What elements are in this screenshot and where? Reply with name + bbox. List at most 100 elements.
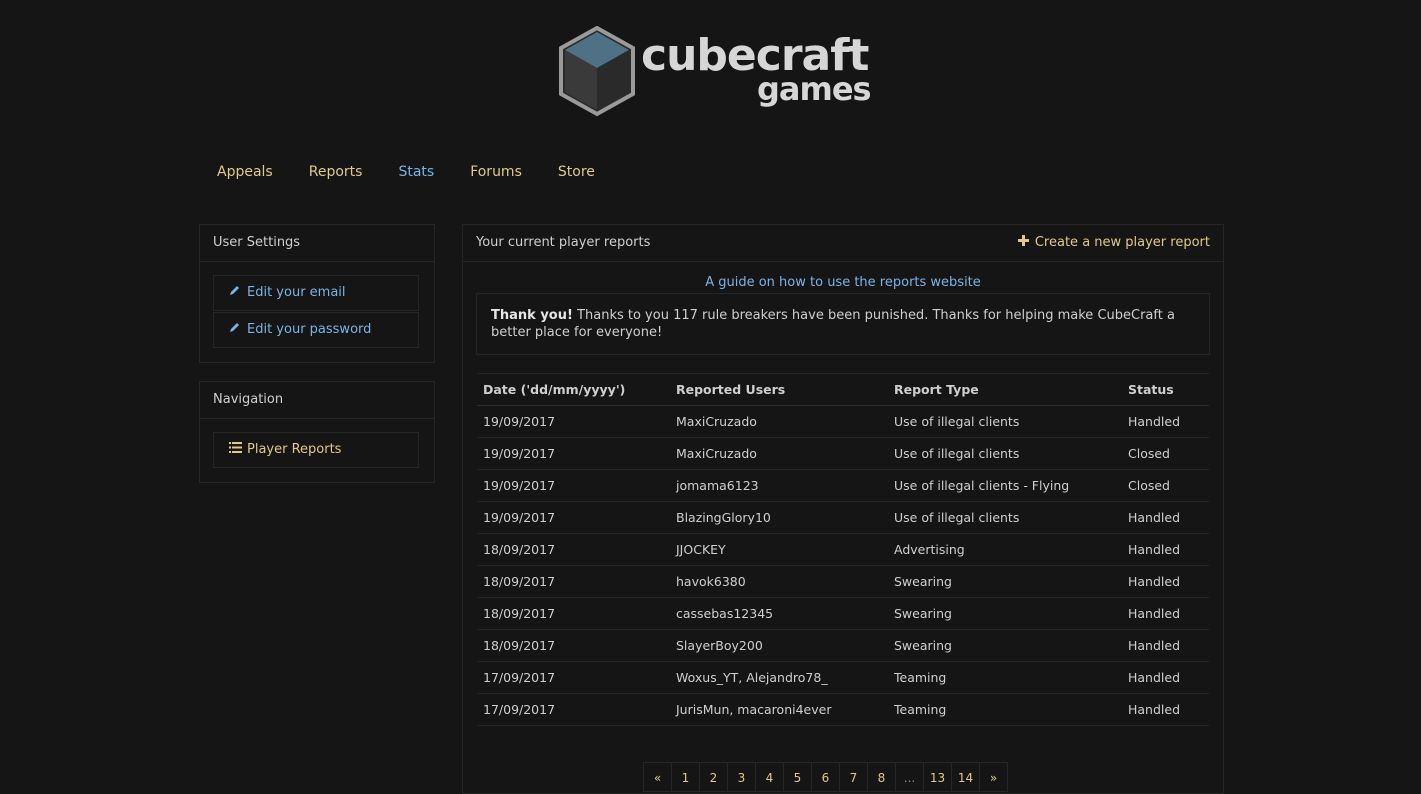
nav-appeals[interactable]: Appeals: [217, 164, 273, 180]
cell-users: SlayerBoy200: [670, 629, 888, 662]
plus-icon: [1017, 225, 1029, 261]
cell-status: Handled: [1122, 501, 1209, 534]
cube-logo-icon: [559, 26, 635, 117]
header-date[interactable]: Date ('dd/mm/yyyy'): [477, 373, 670, 406]
page-4[interactable]: 4: [755, 762, 784, 792]
list-icon: [229, 433, 243, 467]
edit-password-label: Edit your password: [247, 322, 372, 337]
table-row[interactable]: 17/09/2017 Woxus_YT, Alejandro78_ Teamin…: [477, 661, 1209, 694]
create-report-link[interactable]: Create a new player report: [1017, 225, 1210, 261]
logo-text-games: games: [757, 70, 872, 108]
cell-date: 18/09/2017: [477, 533, 670, 566]
cell-type: Swearing: [888, 629, 1122, 662]
cell-status: Handled: [1122, 693, 1209, 726]
page-6[interactable]: 6: [811, 762, 840, 792]
guide-link[interactable]: A guide on how to use the reports websit…: [463, 275, 1223, 290]
cell-users: MaxiCruzado: [670, 405, 888, 438]
page-prev[interactable]: «: [643, 762, 672, 792]
cell-type: Use of illegal clients - Flying: [888, 469, 1122, 502]
user-settings-title: User Settings: [200, 225, 434, 262]
cell-users: JJOCKEY: [670, 533, 888, 566]
reports-table: Date ('dd/mm/yyyy') Reported Users Repor…: [477, 373, 1209, 726]
cell-date: 19/09/2017: [477, 437, 670, 470]
nav-store[interactable]: Store: [558, 164, 595, 180]
pencil-icon: [229, 313, 243, 347]
reports-panel: Your current player reports Create a new…: [462, 224, 1224, 794]
thanks-bold: Thank you!: [491, 308, 573, 323]
cell-type: Use of illegal clients: [888, 437, 1122, 470]
cell-type: Advertising: [888, 533, 1122, 566]
page-5[interactable]: 5: [783, 762, 812, 792]
cell-status: Handled: [1122, 661, 1209, 694]
player-reports-button[interactable]: Player Reports: [213, 432, 419, 468]
navigation-panel: Navigation Player Reports: [199, 381, 435, 483]
cell-users: jomama6123: [670, 469, 888, 502]
cell-date: 18/09/2017: [477, 565, 670, 598]
page-ellipsis: ...: [895, 762, 924, 792]
cell-type: Swearing: [888, 597, 1122, 630]
edit-email-button[interactable]: Edit your email: [213, 275, 419, 311]
cell-type: Swearing: [888, 565, 1122, 598]
cell-status: Handled: [1122, 629, 1209, 662]
pagination: « 1 2 3 4 5 6 7 8 ... 13 14 »: [643, 762, 1008, 792]
page-7[interactable]: 7: [839, 762, 868, 792]
page-13[interactable]: 13: [923, 762, 952, 792]
cell-type: Teaming: [888, 661, 1122, 694]
edit-password-button[interactable]: Edit your password: [213, 312, 419, 348]
page-8[interactable]: 8: [867, 762, 896, 792]
cell-date: 18/09/2017: [477, 629, 670, 662]
cell-date: 19/09/2017: [477, 501, 670, 534]
header-status[interactable]: Status: [1122, 373, 1209, 406]
cell-status: Handled: [1122, 565, 1209, 598]
table-row[interactable]: 18/09/2017 cassebas12345 Swearing Handle…: [477, 597, 1209, 630]
header-reported-users[interactable]: Reported Users: [670, 373, 888, 406]
thanks-text: Thanks to you 117 rule breakers have bee…: [491, 308, 1175, 340]
table-row[interactable]: 19/09/2017 BlazingGlory10 Use of illegal…: [477, 501, 1209, 534]
cell-date: 17/09/2017: [477, 661, 670, 694]
edit-email-label: Edit your email: [247, 285, 346, 300]
nav-forums[interactable]: Forums: [470, 164, 522, 180]
page-2[interactable]: 2: [699, 762, 728, 792]
create-report-label: Create a new player report: [1034, 235, 1210, 250]
cell-users: Woxus_YT, Alejandro78_: [670, 661, 888, 694]
cell-type: Teaming: [888, 693, 1122, 726]
cell-users: BlazingGlory10: [670, 501, 888, 534]
cell-type: Use of illegal clients: [888, 405, 1122, 438]
cell-date: 19/09/2017: [477, 469, 670, 502]
table-row[interactable]: 19/09/2017 MaxiCruzado Use of illegal cl…: [477, 437, 1209, 470]
cubecraft-logo[interactable]: cubecraft games: [559, 26, 872, 118]
top-nav: Appeals Reports Stats Forums Store: [217, 164, 631, 180]
user-settings-panel: User Settings Edit your email Edit your …: [199, 224, 435, 363]
page-1[interactable]: 1: [671, 762, 700, 792]
nav-stats[interactable]: Stats: [398, 164, 434, 180]
navigation-title: Navigation: [200, 382, 434, 419]
cell-users: JurisMun, macaroni4ever: [670, 693, 888, 726]
nav-reports[interactable]: Reports: [309, 164, 363, 180]
pencil-icon: [229, 276, 243, 310]
cell-status: Closed: [1122, 437, 1209, 470]
cell-users: MaxiCruzado: [670, 437, 888, 470]
table-row[interactable]: 17/09/2017 JurisMun, macaroni4ever Teami…: [477, 693, 1209, 726]
cell-status: Handled: [1122, 597, 1209, 630]
player-reports-label: Player Reports: [247, 442, 342, 457]
table-row[interactable]: 19/09/2017 jomama6123 Use of illegal cli…: [477, 469, 1209, 502]
page-14[interactable]: 14: [951, 762, 980, 792]
page-3[interactable]: 3: [727, 762, 756, 792]
table-header-row: Date ('dd/mm/yyyy') Reported Users Repor…: [477, 373, 1209, 406]
cell-date: 17/09/2017: [477, 693, 670, 726]
header-report-type[interactable]: Report Type: [888, 373, 1122, 406]
cell-date: 19/09/2017: [477, 405, 670, 438]
cell-users: havok6380: [670, 565, 888, 598]
cell-status: Handled: [1122, 405, 1209, 438]
page-next[interactable]: »: [979, 762, 1008, 792]
table-row[interactable]: 18/09/2017 havok6380 Swearing Handled: [477, 565, 1209, 598]
cell-users: cassebas12345: [670, 597, 888, 630]
cell-status: Handled: [1122, 533, 1209, 566]
table-row[interactable]: 19/09/2017 MaxiCruzado Use of illegal cl…: [477, 405, 1209, 438]
cell-date: 18/09/2017: [477, 597, 670, 630]
table-row[interactable]: 18/09/2017 SlayerBoy200 Swearing Handled: [477, 629, 1209, 662]
thanks-alert: Thank you! Thanks to you 117 rule breake…: [476, 293, 1210, 355]
cell-type: Use of illegal clients: [888, 501, 1122, 534]
cell-status: Closed: [1122, 469, 1209, 502]
table-row[interactable]: 18/09/2017 JJOCKEY Advertising Handled: [477, 533, 1209, 566]
